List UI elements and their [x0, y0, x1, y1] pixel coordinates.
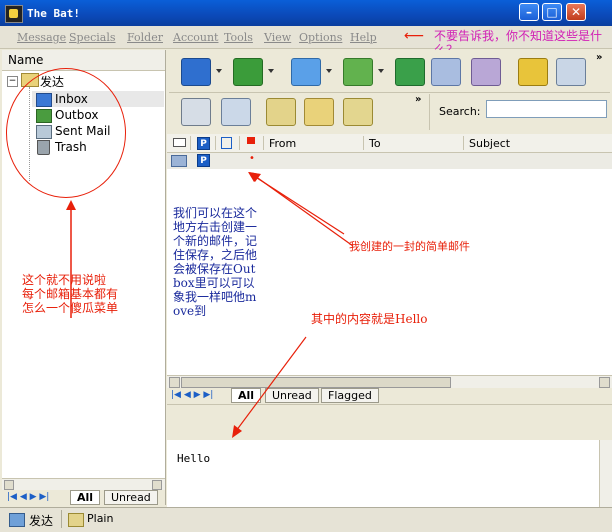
search-input[interactable]	[486, 100, 607, 118]
folder-settings-icon[interactable]	[343, 98, 373, 126]
folder-tabbar: |◀ ◀ ▶ ▶| All Unread	[2, 490, 165, 505]
chevron-right-icon[interactable]: »	[596, 52, 602, 63]
chevron-right-icon[interactable]: »	[415, 94, 421, 105]
status-divider	[61, 510, 62, 528]
scroll-left-button[interactable]	[4, 480, 14, 490]
folder-tab-all[interactable]: All	[70, 490, 101, 505]
preview-pane[interactable]: Hello	[167, 440, 612, 507]
scroll-right-button[interactable]	[152, 480, 162, 490]
window-title: The Bat!	[27, 7, 80, 20]
arrow-left-icon: ⟵	[404, 28, 425, 44]
address-book-icon[interactable]	[518, 58, 548, 86]
email-annotation: 我创建的一封的简单邮件	[349, 240, 470, 253]
scroll-thumb[interactable]	[181, 377, 451, 388]
flag-icon[interactable]	[247, 137, 255, 144]
menu-options[interactable]: Options	[299, 31, 342, 44]
column-subject[interactable]: Subject	[469, 137, 510, 150]
message-icon	[171, 155, 187, 167]
find-icon[interactable]	[556, 58, 586, 86]
dropdown-arrow-icon[interactable]	[378, 69, 384, 73]
folder-tab-unread[interactable]: Unread	[104, 490, 158, 505]
menu-folder[interactable]: Folder	[127, 31, 163, 44]
bat-app-icon[interactable]	[5, 5, 23, 23]
reply-all-icon[interactable]	[395, 58, 425, 86]
menu-specials[interactable]: Specials	[69, 31, 116, 44]
annotation-circle	[6, 68, 126, 198]
lock-folder-icon[interactable]	[266, 98, 296, 126]
column-separator	[463, 136, 464, 150]
title-bar: The Bat! – □ ✕	[0, 0, 612, 26]
nav-arrows-icon[interactable]: |◀ ◀ ▶ ▶|	[7, 492, 49, 502]
priority-icon[interactable]: P	[197, 137, 210, 150]
search-label: Search:	[439, 105, 481, 118]
content-annotation: 其中的内容就是Hello	[311, 312, 428, 326]
column-separator	[239, 136, 240, 150]
dropdown-arrow-icon[interactable]	[326, 69, 332, 73]
preview-body: Hello	[177, 452, 211, 465]
message-list-header: P From To Subject	[167, 134, 612, 153]
scroll-right-button[interactable]	[599, 377, 610, 388]
name-column-header[interactable]: Name	[2, 50, 165, 71]
row-marker: •	[249, 153, 255, 164]
folder-panel: Name − 发达 Inbox Outbox Sent Mail Trash 这…	[2, 50, 166, 505]
send-mail-icon[interactable]	[233, 58, 263, 86]
clock-folder-icon[interactable]	[221, 98, 251, 126]
menu-view[interactable]: View	[264, 31, 291, 44]
menu-message[interactable]: Message	[17, 31, 66, 44]
reply-icon[interactable]	[343, 58, 373, 86]
menu-account[interactable]: Account	[173, 31, 218, 44]
column-separator	[190, 136, 191, 150]
status-account[interactable]: 发达	[29, 512, 53, 529]
column-separator	[263, 136, 264, 150]
get-mail-icon[interactable]	[181, 58, 211, 86]
folder-annotation: 这个就不用说啦 每个邮箱基本都有 怎么一个傻瓜菜单	[22, 273, 119, 315]
status-mode[interactable]: Plain	[87, 512, 113, 525]
toolbar-divider	[169, 92, 610, 93]
preview-vscrollbar[interactable]	[599, 440, 612, 507]
column-to[interactable]: To	[369, 137, 381, 150]
message-list-icon[interactable]	[181, 98, 211, 126]
dropdown-arrow-icon[interactable]	[216, 69, 222, 73]
redirect-icon[interactable]	[471, 58, 501, 86]
collapse-toggle[interactable]: −	[7, 76, 18, 87]
lock-icon	[68, 513, 84, 527]
folder-hscrollbar[interactable]	[2, 478, 165, 490]
table-row[interactable]: P •	[167, 153, 612, 169]
account-icon	[9, 513, 25, 527]
column-separator	[215, 136, 216, 150]
menu-tools[interactable]: Tools	[224, 31, 253, 44]
attachment-icon[interactable]	[221, 137, 232, 149]
arrow-up-left-icon	[248, 172, 345, 235]
minimize-button[interactable]: –	[519, 3, 539, 21]
new-message-icon[interactable]	[291, 58, 321, 86]
close-button[interactable]: ✕	[566, 3, 586, 21]
maximize-button[interactable]: □	[542, 3, 562, 21]
toolbar-divider	[429, 94, 430, 130]
arrow-down-left-icon	[232, 336, 307, 438]
name-header-label: Name	[8, 53, 44, 67]
new-folder-icon[interactable]	[304, 98, 334, 126]
envelope-icon[interactable]	[173, 138, 186, 147]
menu-help[interactable]: Help	[350, 31, 377, 44]
nav-arrows-icon[interactable]: |◀ ◀ ▶ ▶|	[171, 390, 213, 400]
dropdown-arrow-icon[interactable]	[268, 69, 274, 73]
scroll-left-button[interactable]	[169, 377, 180, 388]
status-bar: 发达 Plain	[0, 507, 612, 532]
priority-icon: P	[197, 154, 210, 167]
forward-icon[interactable]	[431, 58, 461, 86]
column-separator	[363, 136, 364, 150]
column-from[interactable]: From	[269, 137, 296, 150]
tab-flagged[interactable]: Flagged	[321, 388, 379, 403]
toolbar-area: » » Search:	[167, 50, 612, 134]
